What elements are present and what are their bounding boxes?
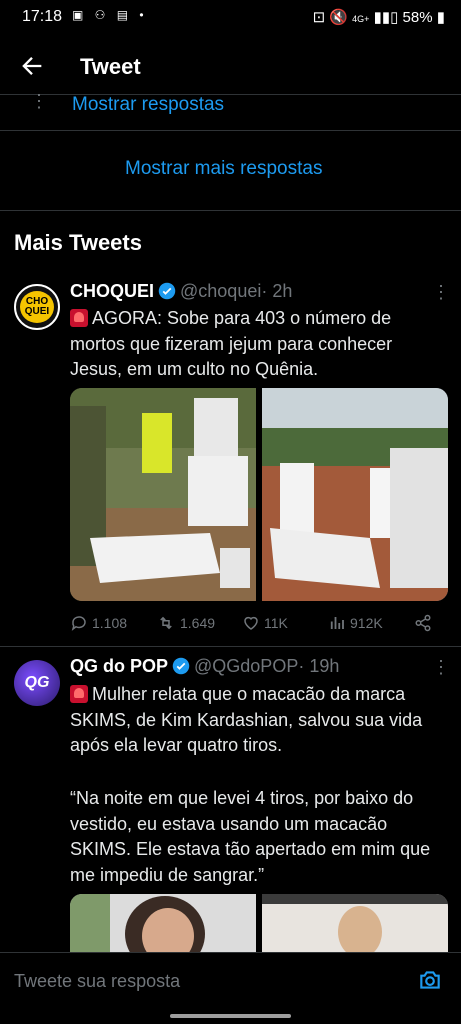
more-tweets-heading: Mais Tweets [14,230,142,255]
avatar-logo-text: QG [24,674,50,691]
retweet-count: 1.649 [180,615,216,631]
camera-icon[interactable] [417,967,443,993]
more-options-icon[interactable]: ⋮ [432,657,450,678]
tweet-text: Mulher relata que o macacão da marca SKI… [70,684,423,755]
back-arrow-icon[interactable] [18,52,46,80]
like-button[interactable]: 11K [242,614,288,632]
retweet-icon [160,616,172,630]
status-right: ⊡ 🔇 4G+ ▮▮▯ 58% ▮ [313,8,445,26]
tweet-time: · 19h [298,656,340,676]
tweet-text-block: Mulher relata que o macacão da marca SKI… [70,682,448,759]
views-chart-icon [330,617,344,629]
reply-button[interactable]: 1.108 [70,614,127,632]
divider [0,210,461,211]
top-bar: Tweet [0,40,461,92]
retweet-button[interactable]: 1.649 [156,614,215,632]
reply-icon [71,616,86,631]
reply-composer: Tweete sua resposta [0,952,461,1008]
author-handle[interactable]: @choquei [180,281,261,301]
show-more-replies-link[interactable]: Mostrar mais respostas [125,158,322,180]
photo-grid-image [70,894,448,952]
home-indicator[interactable] [170,1014,291,1018]
verified-badge-icon [172,657,190,675]
reply-count: 1.108 [92,615,128,631]
verified-badge-icon [158,282,176,300]
page-title: Tweet [80,54,141,79]
status-time: 17:18 [22,8,63,25]
more-options-icon[interactable]: ⋮ [432,282,450,303]
views-button[interactable]: 912K [328,614,383,632]
siren-emoji-icon [70,309,88,327]
author-name[interactable]: QG do POP [70,656,168,676]
avatar-logo-text: CHO QUEI [20,291,54,323]
show-replies-link[interactable]: Mostrar respostas [72,94,224,116]
thread-dots-icon: ⋮ [30,91,48,111]
tweet-media[interactable] [70,894,448,952]
divider [0,94,461,95]
divider [0,646,461,647]
tweet-time: · 2h [261,281,293,301]
tweet-header: CHOQUEI @choquei· 2h [70,281,292,302]
notification-icons: ▣ ⚇ ▤ • [72,8,148,22]
share-icon[interactable] [414,614,432,632]
tweet-header: QG do POP @QGdoPOP· 19h [70,656,339,677]
views-count: 912K [350,615,383,631]
tweet-actions: 1.108 1.649 11K 912K [70,614,448,634]
divider [0,130,461,131]
tweet-quote-text: “Na noite em que levei 4 tiros, por baix… [70,788,431,885]
tweet-text: AGORA: Sobe para 403 o número de mortos … [70,308,393,379]
avatar[interactable]: CHO QUEI [14,284,60,330]
status-bar: 17:18 ▣ ⚇ ▤ • ⊡ 🔇 4G+ ▮▮▯ 58% ▮ [0,0,461,34]
heart-icon [244,616,258,630]
tweet-media[interactable] [70,388,448,601]
network-label: 4G+ [352,14,370,24]
photo-grid-image [70,388,448,601]
status-icons: ⊡ 🔇 [312,9,353,26]
reply-input[interactable]: Tweete sua resposta [14,971,180,992]
avatar[interactable]: QG [14,660,60,706]
author-name[interactable]: CHOQUEI [70,281,154,301]
battery-icon: ▮ [432,9,445,26]
battery-level: 58% [402,9,433,26]
author-handle[interactable]: @QGdoPOP [194,656,298,676]
signal-icon: ▮▮▯ [369,9,403,26]
like-count: 11K [264,615,288,631]
siren-emoji-icon [70,685,88,703]
tweet-text-block: AGORA: Sobe para 403 o número de mortos … [70,306,442,383]
